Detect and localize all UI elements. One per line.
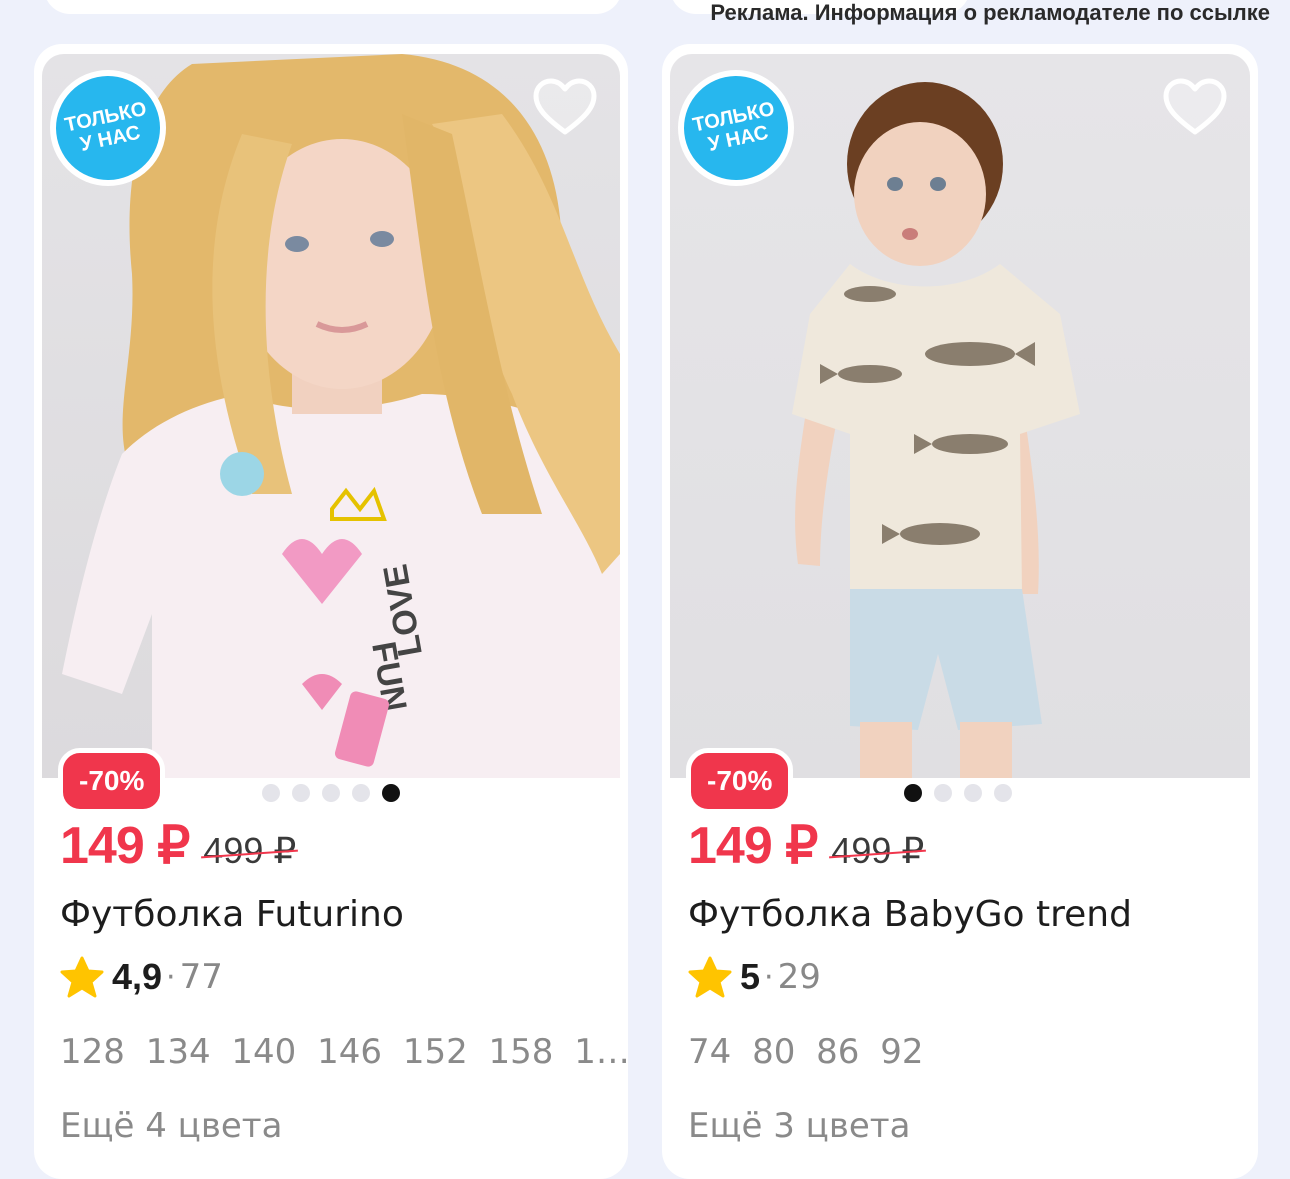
ad-notice[interactable]: Реклама. Информация о рекламодателе по с… [710,0,1270,26]
product-photo[interactable]: FUN LOVE ТОЛЬКО У НАС [42,54,620,778]
more-colors-link[interactable]: Ещё 3 цвета [688,1106,910,1146]
discount-badge: -70% [58,748,166,814]
exclusive-badge: ТОЛЬКО У НАС [46,66,170,190]
heart-outline-icon[interactable] [1162,78,1228,138]
price-row: 149 ₽ 499 ₽ [688,816,924,876]
slide-dot[interactable] [322,784,340,802]
slide-dot[interactable] [292,784,310,802]
star-icon [60,956,104,998]
more-colors-link[interactable]: Ещё 4 цвета [60,1106,282,1146]
rating-value: 5 [740,956,761,997]
previous-card-left-edge [44,0,622,14]
slide-dot[interactable] [964,784,982,802]
reviews-count: 29 [777,957,821,997]
rating-separator: · [166,959,176,995]
product-card[interactable]: ТОЛЬКО У НАС -70% 149 ₽ 499 ₽ Футболка B… [662,44,1258,1179]
rating[interactable]: 5 · 29 [688,956,821,998]
slide-dot[interactable] [994,784,1012,802]
slide-dots[interactable] [262,784,400,802]
reviews-count: 77 [179,957,223,997]
rating-separator: · [764,959,774,995]
price-current: 149 ₽ [60,817,190,875]
product-photo[interactable]: ТОЛЬКО У НАС [670,54,1250,778]
exclusive-badge: ТОЛЬКО У НАС [674,66,798,190]
rating-value: 4,9 [112,956,163,997]
price-old: 499 ₽ [203,830,297,871]
star-icon [688,956,732,998]
sizes-list: 74 80 86 92 [688,1032,924,1072]
product-title[interactable]: Футболка BabyGo trend [688,894,1132,935]
slide-dot-active[interactable] [382,784,400,802]
slide-dot-active[interactable] [904,784,922,802]
slide-dot[interactable] [352,784,370,802]
heart-outline-icon[interactable] [532,78,598,138]
slide-dot[interactable] [262,784,280,802]
rating[interactable]: 4,9 · 77 [60,956,223,998]
price-row: 149 ₽ 499 ₽ [60,816,296,876]
slide-dot[interactable] [934,784,952,802]
sizes-list: 128 134 140 146 152 158 1… [60,1032,628,1072]
product-title[interactable]: Футболка Futurino [60,894,404,935]
discount-badge: -70% [686,748,794,814]
price-old: 499 ₽ [831,830,925,871]
price-current: 149 ₽ [688,817,818,875]
slide-dots[interactable] [904,784,1012,802]
product-card[interactable]: FUN LOVE ТОЛЬКО У НАС -70% 149 ₽ 499 ₽ Ф… [34,44,628,1179]
